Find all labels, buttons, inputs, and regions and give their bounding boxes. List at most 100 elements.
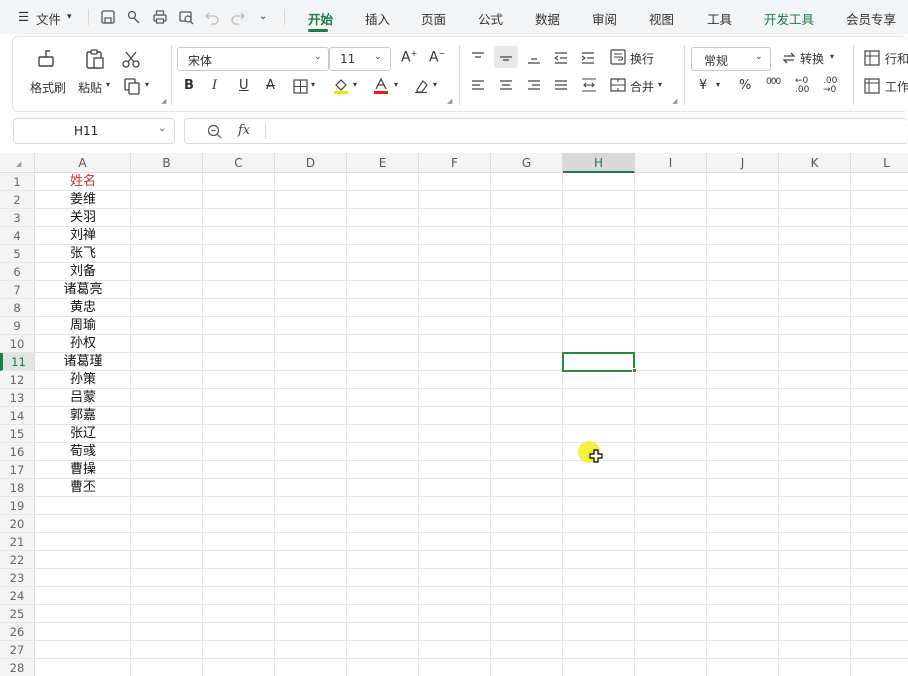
cell-j27[interactable]: [707, 641, 779, 659]
cell-j9[interactable]: [707, 317, 779, 335]
cell-k6[interactable]: [779, 263, 851, 281]
cell-f11[interactable]: [419, 353, 491, 371]
rows-cols-label[interactable]: 行和: [885, 50, 908, 67]
row-header-10[interactable]: 10: [0, 335, 35, 353]
cut-icon[interactable]: [121, 49, 141, 69]
cell-h10[interactable]: [563, 335, 635, 353]
cell-k2[interactable]: [779, 191, 851, 209]
cell-d20[interactable]: [275, 515, 347, 533]
cell-f6[interactable]: [419, 263, 491, 281]
row-header-5[interactable]: 5: [0, 245, 35, 263]
cell-e18[interactable]: [347, 479, 419, 497]
cell-g8[interactable]: [491, 299, 563, 317]
cell-j6[interactable]: [707, 263, 779, 281]
cell-f18[interactable]: [419, 479, 491, 497]
cell-g13[interactable]: [491, 389, 563, 407]
cell-e21[interactable]: [347, 533, 419, 551]
cell-e16[interactable]: [347, 443, 419, 461]
row-header-15[interactable]: 15: [0, 425, 35, 443]
cell-c17[interactable]: [203, 461, 275, 479]
tab-tools[interactable]: 工具: [707, 9, 732, 28]
cell-g4[interactable]: [491, 227, 563, 245]
row-header-24[interactable]: 24: [0, 587, 35, 605]
cell-i12[interactable]: [635, 371, 707, 389]
cell-i15[interactable]: [635, 425, 707, 443]
align-right-icon[interactable]: [527, 79, 541, 93]
cell-k3[interactable]: [779, 209, 851, 227]
cell-b5[interactable]: [131, 245, 203, 263]
cell-a24[interactable]: [35, 587, 131, 605]
font-expander-icon[interactable]: ◢: [447, 97, 452, 105]
cell-f22[interactable]: [419, 551, 491, 569]
row-header-7[interactable]: 7: [0, 281, 35, 299]
convert-chevron-icon[interactable]: ▾: [830, 52, 834, 61]
cell-d19[interactable]: [275, 497, 347, 515]
cell-g17[interactable]: [491, 461, 563, 479]
convert-label[interactable]: 转换: [800, 50, 824, 67]
cell-h4[interactable]: [563, 227, 635, 245]
cell-g9[interactable]: [491, 317, 563, 335]
cell-f1[interactable]: [419, 173, 491, 191]
underline-button[interactable]: U: [239, 78, 249, 93]
cell-g2[interactable]: [491, 191, 563, 209]
cell-j10[interactable]: [707, 335, 779, 353]
merge-cells-label[interactable]: 合并: [630, 78, 654, 95]
cell-l9[interactable]: [851, 317, 908, 335]
column-header-l[interactable]: L: [851, 153, 908, 173]
currency-button[interactable]: ¥: [699, 78, 707, 93]
convert-icon[interactable]: [781, 50, 797, 66]
cell-f14[interactable]: [419, 407, 491, 425]
cell-k1[interactable]: [779, 173, 851, 191]
cell-b17[interactable]: [131, 461, 203, 479]
row-header-21[interactable]: 21: [0, 533, 35, 551]
undo-icon[interactable]: [204, 9, 220, 25]
name-box-chevron-icon[interactable]: ⌄: [158, 123, 166, 134]
cell-e13[interactable]: [347, 389, 419, 407]
cell-i8[interactable]: [635, 299, 707, 317]
cell-i26[interactable]: [635, 623, 707, 641]
cell-h3[interactable]: [563, 209, 635, 227]
name-box[interactable]: H11 ⌄: [13, 118, 175, 144]
cell-b6[interactable]: [131, 263, 203, 281]
cell-k12[interactable]: [779, 371, 851, 389]
file-menu-chevron-icon[interactable]: ▾: [67, 12, 72, 22]
cell-h26[interactable]: [563, 623, 635, 641]
cell-e15[interactable]: [347, 425, 419, 443]
worksheet-icon[interactable]: [864, 78, 880, 94]
cell-h13[interactable]: [563, 389, 635, 407]
cell-e14[interactable]: [347, 407, 419, 425]
cell-e5[interactable]: [347, 245, 419, 263]
cell-j11[interactable]: [707, 353, 779, 371]
tab-review[interactable]: 审阅: [592, 9, 617, 28]
cell-l20[interactable]: [851, 515, 908, 533]
cell-j1[interactable]: [707, 173, 779, 191]
cell-c4[interactable]: [203, 227, 275, 245]
row-header-22[interactable]: 22: [0, 551, 35, 569]
cell-c9[interactable]: [203, 317, 275, 335]
number-format-dropdown[interactable]: 常规 ⌄: [691, 47, 771, 71]
cell-l23[interactable]: [851, 569, 908, 587]
cell-k16[interactable]: [779, 443, 851, 461]
cell-a20[interactable]: [35, 515, 131, 533]
cell-c12[interactable]: [203, 371, 275, 389]
cell-a23[interactable]: [35, 569, 131, 587]
row-header-20[interactable]: 20: [0, 515, 35, 533]
cell-f20[interactable]: [419, 515, 491, 533]
cell-c1[interactable]: [203, 173, 275, 191]
clipboard-expander-icon[interactable]: ◢: [161, 97, 166, 105]
copy-icon[interactable]: [123, 77, 141, 95]
cell-h25[interactable]: [563, 605, 635, 623]
cell-j19[interactable]: [707, 497, 779, 515]
merge-chevron-icon[interactable]: ▾: [658, 80, 662, 89]
cell-b26[interactable]: [131, 623, 203, 641]
cell-l26[interactable]: [851, 623, 908, 641]
cell-j23[interactable]: [707, 569, 779, 587]
cell-i14[interactable]: [635, 407, 707, 425]
cell-d7[interactable]: [275, 281, 347, 299]
cell-i6[interactable]: [635, 263, 707, 281]
cell-i20[interactable]: [635, 515, 707, 533]
increase-font-icon[interactable]: A+: [401, 49, 417, 66]
cell-h19[interactable]: [563, 497, 635, 515]
fill-handle[interactable]: [632, 368, 637, 373]
cell-b27[interactable]: [131, 641, 203, 659]
